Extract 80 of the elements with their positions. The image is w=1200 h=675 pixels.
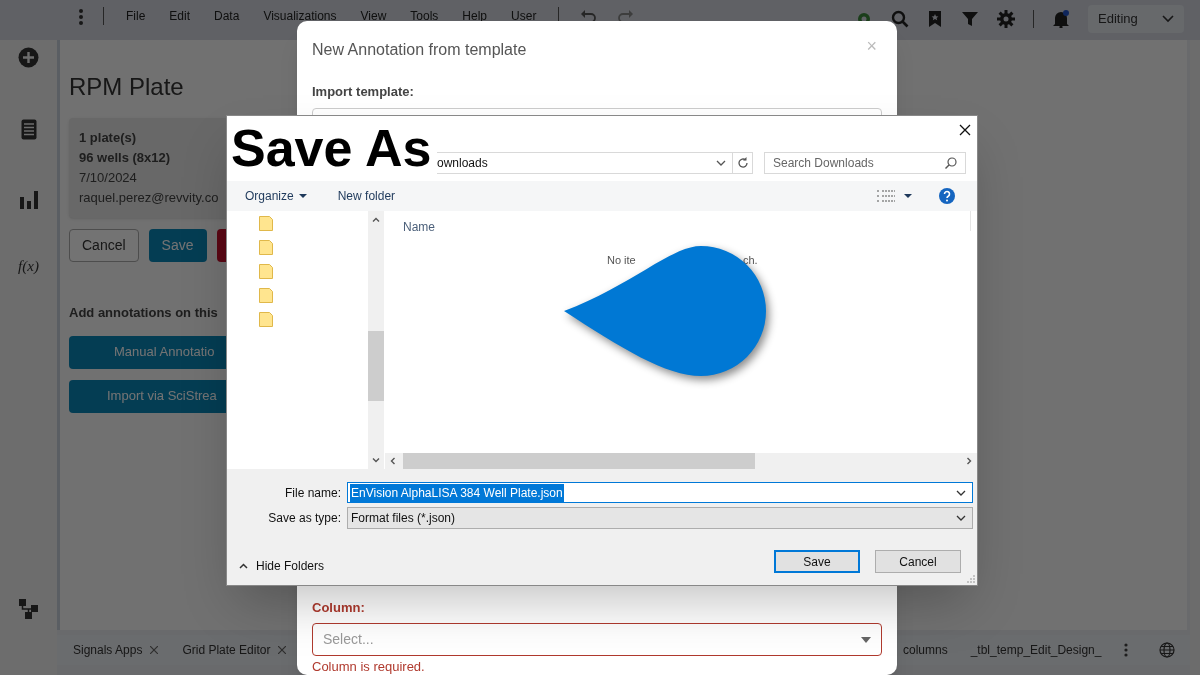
menu-item[interactable]: Edit [169,10,191,22]
close-button[interactable]: × [866,38,882,54]
panel-title: RPM Plate [69,73,184,101]
folder-icon[interactable] [259,240,273,255]
search-icon[interactable] [891,10,909,28]
document-icon[interactable] [20,119,37,140]
chevron-icon [716,160,726,166]
field-label: Save as type: [267,510,342,527]
mode-dropdown[interactable]: Editing [1088,5,1184,33]
dialog-button[interactable]: Cancel [875,550,961,573]
resize-grip-icon[interactable] [967,575,975,583]
scroll-down-icon[interactable] [372,458,380,463]
empty-message: No ite [607,253,636,268]
bar-chart-icon[interactable] [19,191,38,209]
menu-item[interactable]: Visualizations [263,10,337,22]
view-options-icon[interactable] [877,190,896,202]
close-icon[interactable] [959,124,971,136]
formula-label[interactable]: f(x) [18,255,39,278]
dropdown-arrow-icon [298,194,307,198]
folder-icon[interactable] [259,216,273,231]
scrollbar-thumb[interactable] [403,453,755,469]
info-text: 7/10/2024 [79,169,137,187]
search-field[interactable]: Search Downloads [764,152,966,174]
bottom-tab[interactable]: columns [903,641,948,659]
scrollbar-thumb[interactable] [368,331,384,401]
kebab-menu-icon[interactable] [1124,643,1129,657]
modal-title: New Annotation from template [312,40,527,60]
info-text: 96 wells (8x12) [79,149,171,167]
panel-button[interactable]: Save [148,229,207,262]
chevron-icon [956,489,966,496]
field-label: Column: [312,598,366,617]
folder-icon[interactable] [259,312,273,327]
bottom-tab[interactable]: Grid Plate Editor [166,641,295,659]
scroll-up-icon[interactable] [372,217,380,222]
error-message: Column is required. [312,659,426,674]
dialog-button[interactable]: Save [774,550,860,573]
file-type-select[interactable]: Format files (*.json) [347,507,973,529]
hide-folders-button[interactable]: Hide Folders [239,557,325,575]
vertical-scrollbar[interactable] [368,211,384,469]
annotations-label: Add annotations on this [69,304,218,322]
menu-item[interactable]: User [511,10,537,22]
info-text: raquel.perez@revvity.co [79,189,219,207]
settings-icon[interactable] [997,10,1015,28]
chevron-up-icon [239,563,248,569]
hierarchy-icon[interactable] [18,598,39,619]
new-folder-button[interactable]: New folder [337,187,396,205]
empty-message: ch. [743,253,758,268]
horizontal-scrollbar[interactable] [385,453,977,469]
folder-icon[interactable] [259,264,273,279]
globe-icon[interactable] [1159,642,1176,658]
column-header[interactable]: Name [403,218,435,236]
organize-button[interactable]: Organize [245,187,307,205]
chevron-icon [1162,15,1174,23]
panel-button[interactable]: Cancel [69,229,139,262]
notification-bell-icon[interactable] [1052,10,1070,28]
field-label: File name: [283,484,342,502]
dropdown-arrow-icon[interactable] [904,194,913,198]
dialog-title: Save As [227,116,437,182]
chevron-icon [956,515,966,521]
search-icon [945,157,957,169]
bottom-tab[interactable]: _tbl_temp_Edit_Design_ [970,641,1102,659]
menu-item[interactable]: File [126,10,146,22]
menu-item[interactable]: View [360,10,387,22]
menu-item[interactable]: Tools [410,10,439,22]
file-name-field[interactable]: EnVision AlphaLISA 384 Well Plate.json [347,482,973,503]
dropdown-arrow-icon [861,636,871,643]
folder-icon[interactable] [259,288,273,303]
scroll-right-icon[interactable] [967,457,972,465]
bookmark-icon[interactable] [927,10,943,28]
refresh-icon[interactable] [736,157,749,169]
bottom-tab[interactable]: Signals Apps [57,641,167,659]
menu-item[interactable]: Data [214,10,240,22]
scroll-left-icon[interactable] [390,457,395,465]
info-text: 1 plate(s) [79,129,137,147]
menu-item[interactable]: Help [462,10,488,22]
field-label: Import template: [312,83,415,101]
help-icon[interactable] [939,188,956,204]
filter-icon[interactable] [961,10,979,28]
column-select[interactable]: Select... [312,623,882,656]
add-icon[interactable] [18,47,39,68]
